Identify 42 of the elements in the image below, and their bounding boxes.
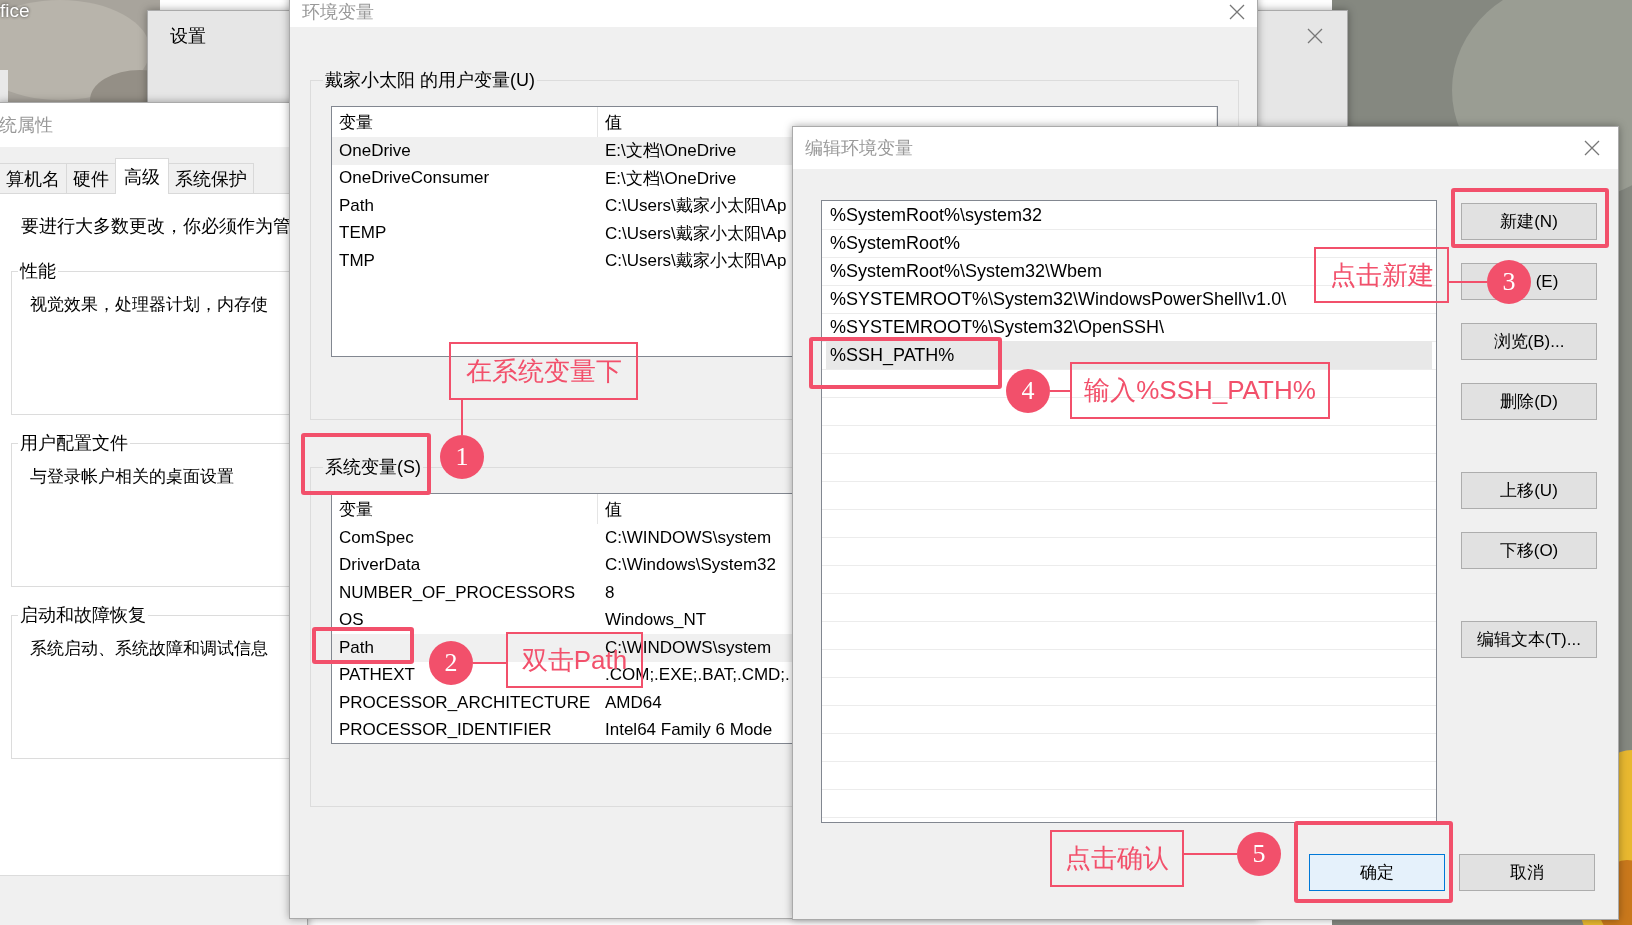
group-title: 启动和故障恢复 (19, 604, 147, 627)
path-entry[interactable]: %SystemRoot%\System32\Wbem (826, 257, 1107, 285)
tab[interactable]: 系统保护 (168, 163, 254, 193)
path-entry[interactable]: %SYSTEMROOT%\System32\OpenSSH\ (826, 313, 1169, 341)
path-entry[interactable]: %SystemRoot%\system32 (826, 201, 1047, 229)
callout-label: 在系统变量下 (449, 342, 638, 400)
group-title: 性能 (18, 260, 57, 283)
window-title: 环境变量 (302, 1, 374, 24)
window-title: 编辑环境变量 (805, 137, 913, 160)
close-icon[interactable] (1229, 4, 1245, 20)
callout-label: 点击确认 (1050, 830, 1184, 887)
action-button[interactable]: 浏览(B)... (1461, 323, 1597, 360)
group-title: 系统变量(S) (324, 456, 422, 479)
group-title: 戴家小太阳 的用户变量(U) (324, 69, 536, 92)
cancel-button[interactable]: 取消 (1459, 854, 1595, 891)
window-title: 统属性 (0, 114, 53, 137)
leader-line (1449, 281, 1487, 283)
group-description: 视觉效果，处理器计划，内存使 (30, 294, 269, 316)
close-icon[interactable] (1584, 140, 1600, 156)
group-description: 与登录帐户相关的桌面设置 (30, 466, 235, 488)
path-entry[interactable]: %SSH_PATH% (826, 341, 1432, 369)
tab[interactable]: 高级 (115, 158, 169, 194)
callout-label: 输入%SSH_PATH% (1070, 362, 1330, 419)
action-button[interactable]: 下移(O) (1461, 532, 1597, 569)
group-title: 用户配置文件 (19, 432, 129, 455)
close-icon[interactable] (1307, 28, 1323, 44)
column-header[interactable]: 变量 (332, 494, 598, 524)
action-button[interactable]: 删除(D) (1461, 383, 1597, 420)
action-button[interactable]: 编辑文本(T)... (1461, 621, 1597, 658)
path-entry[interactable]: %SYSTEMROOT%\System32\WindowsPowerShell\v1.0\ (826, 285, 1291, 313)
path-entry[interactable]: %SystemRoot% (826, 229, 965, 257)
action-button[interactable]: 上移(U) (1461, 472, 1597, 509)
leader-line (1050, 390, 1070, 392)
ok-button[interactable]: 确定 (1309, 854, 1445, 891)
group-description: 系统启动、系统故障和调试信息 (30, 638, 269, 660)
action-button[interactable]: 新建(N) (1461, 203, 1597, 240)
leader-line (461, 400, 463, 435)
leader-line (1184, 853, 1237, 855)
notice-text: 要进行大多数更改，你必须作为管 (21, 215, 292, 238)
callout-label: 点击新建 (1314, 247, 1449, 303)
desktop-label: fice (0, 0, 30, 22)
window-title: 设置 (170, 25, 206, 48)
